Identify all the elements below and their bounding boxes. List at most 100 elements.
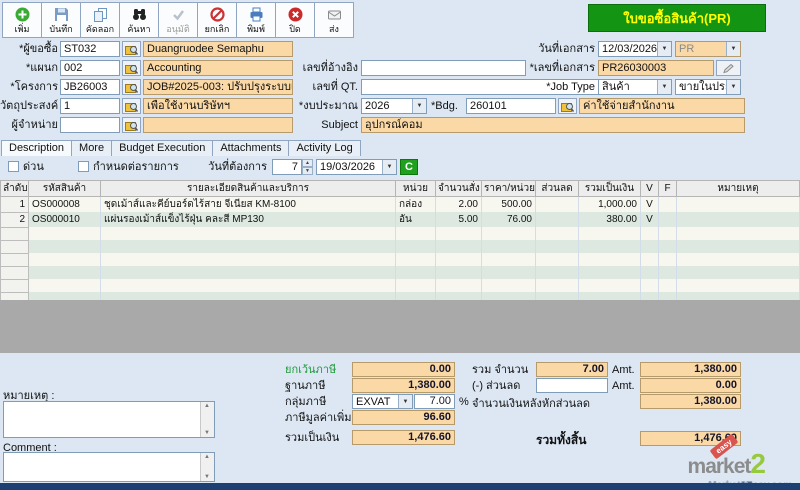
chevron-down-icon[interactable]: ▼ [657, 80, 671, 94]
vendor-label: ผู้จำหน่าย [0, 117, 58, 133]
chevron-down-icon[interactable]: ▼ [412, 99, 426, 113]
doc-date-select[interactable]: 12/03/2026▼ [598, 41, 672, 57]
discount-input[interactable] [536, 378, 608, 393]
purpose-code-input[interactable]: 1 [60, 98, 120, 114]
tax-group-label: กลุ่มภาษี [285, 394, 349, 410]
add-button[interactable]: เพิ่ม [2, 2, 42, 38]
department-code-input[interactable]: 002 [60, 60, 120, 76]
bdg-lookup-button[interactable] [558, 98, 577, 114]
project-code-input[interactable]: JB26003 [60, 79, 120, 95]
requester-lookup-button[interactable] [122, 41, 141, 57]
pencil-icon [722, 63, 735, 74]
chevron-down-icon[interactable]: ▼ [382, 160, 396, 174]
tab-strip: Description More Budget Execution Attach… [2, 140, 361, 156]
tax-rate-input[interactable]: 7.00 [414, 394, 455, 409]
department-lookup-button[interactable] [122, 60, 141, 76]
chevron-down-icon[interactable]: ▼ [657, 42, 671, 56]
urgent-label: ด่วน [23, 159, 63, 175]
empty-row[interactable] [1, 266, 800, 279]
lookup-icon [125, 44, 138, 55]
lead-days-spinner[interactable]: ▲▼ [302, 159, 313, 175]
pr-window: เพิ่ม บันทึก คัดลอก ค้นหา อนุมัติ [0, 0, 800, 490]
job-type-select-2[interactable]: ขายในประเทศ▼ [675, 79, 741, 95]
doc-no-edit-button[interactable] [716, 60, 741, 76]
save-icon [54, 7, 69, 24]
job-type-select-1[interactable]: สินค้า▼ [598, 79, 672, 95]
market2easy-logo: market2 [688, 448, 766, 480]
copy-button[interactable]: คัดลอก [80, 2, 120, 38]
binoculars-icon [132, 7, 147, 24]
print-button[interactable]: พิมพ์ [236, 2, 276, 38]
vendor-lookup-button[interactable] [122, 117, 141, 133]
tax-group-select[interactable]: EXVAT▼ [352, 394, 413, 409]
vendor-code-input[interactable] [60, 117, 120, 133]
calc-button[interactable]: C [400, 159, 418, 175]
empty-row[interactable] [1, 253, 800, 266]
prohibit-icon [210, 7, 225, 24]
close-button[interactable]: ปิด [275, 2, 315, 38]
empty-row[interactable] [1, 279, 800, 292]
discount-amt-label: Amt. [612, 378, 640, 394]
project-name-field: JOB#2025-003: ปรับปรุงระบบเครือข่ายโรงง [143, 79, 293, 95]
scroll-down-icon: ▼ [201, 474, 213, 480]
remark-textarea[interactable]: ▲▼ [3, 401, 215, 438]
urgent-checkbox[interactable] [8, 161, 19, 172]
total-label: รวมเป็นเงิน [285, 430, 355, 446]
project-label: *โครงการ [0, 79, 58, 95]
bdg-code-input[interactable]: 260101 [466, 98, 556, 114]
chevron-down-icon[interactable]: ▼ [398, 395, 412, 408]
comment-textarea[interactable]: ▲▼ [3, 452, 215, 482]
tax-base-field: 1,380.00 [352, 378, 455, 393]
percent-label: % [459, 394, 471, 410]
table-row[interactable]: 1 OS000008 ชุดเม้าส์และคีย์บอร์ดไร้สาย จ… [1, 197, 800, 213]
sum-amt-label: Amt. [612, 362, 640, 378]
vat-field: 96.60 [352, 410, 455, 425]
vendor-name-field [143, 117, 293, 133]
empty-row[interactable] [1, 240, 800, 253]
save-button[interactable]: บันทึก [41, 2, 81, 38]
chevron-down-icon[interactable]: ▼ [726, 80, 740, 94]
per-line-checkbox[interactable] [78, 161, 89, 172]
bdg-label: *Bdg. [431, 98, 465, 114]
scrollbar[interactable]: ▲▼ [200, 402, 214, 437]
empty-row[interactable] [1, 227, 800, 240]
discount-amt-field: 0.00 [640, 378, 741, 393]
send-button[interactable]: ส่ง [314, 2, 354, 38]
purpose-label: วัตถุประสงค์ [0, 98, 58, 114]
total-field: 1,476.60 [352, 430, 455, 445]
approve-button[interactable]: อนุมัติ [158, 2, 198, 38]
copy-icon [93, 7, 108, 24]
doc-type-select: PR▼ [675, 41, 741, 57]
lead-days-input[interactable]: 7 [272, 159, 302, 175]
lookup-icon [125, 101, 138, 112]
scrollbar[interactable]: ▲▼ [200, 453, 214, 481]
ref-no-label: เลขที่อ้างอิง [278, 60, 358, 76]
toolbar: เพิ่ม บันทึก คัดลอก ค้นหา อนุมัติ [2, 2, 354, 38]
tab-budget-execution[interactable]: Budget Execution [111, 140, 213, 156]
need-date-select[interactable]: 19/03/2026▼ [316, 159, 397, 175]
tab-activity-log[interactable]: Activity Log [288, 140, 360, 156]
after-discount-field: 1,380.00 [640, 394, 741, 409]
table-row[interactable]: 2 OS000010 แผ่นรองเม้าส์แข็งไร้ฝุ่น คละส… [1, 212, 800, 227]
ref-no-input[interactable] [361, 60, 526, 76]
budget-year-select[interactable]: 2026▼ [361, 98, 427, 114]
lookup-icon [561, 101, 574, 112]
requester-label: *ผู้ขอซื้อ [0, 41, 58, 57]
tab-attachments[interactable]: Attachments [212, 140, 289, 156]
department-name-field: Accounting [143, 60, 293, 76]
cancel-button[interactable]: ยกเลิก [197, 2, 237, 38]
grand-total-label: รวมทั้งสิ้น [536, 432, 616, 448]
tab-more[interactable]: More [71, 140, 112, 156]
doc-no-label: *เลขที่เอกสาร [505, 60, 595, 76]
project-lookup-button[interactable] [122, 79, 141, 95]
purpose-lookup-button[interactable] [122, 98, 141, 114]
sum-qty-label: รวม จำนวน [472, 362, 534, 378]
tab-description[interactable]: Description [1, 140, 72, 156]
vat-label: ภาษีมูลค่าเพิ่ม [285, 410, 355, 426]
search-button[interactable]: ค้นหา [119, 2, 159, 38]
items-table: ลำดับ รหัสสินค้า รายละเอียดสินค้าและบริก… [0, 180, 800, 306]
sum-qty-field: 7.00 [536, 362, 608, 377]
requester-code-input[interactable]: ST032 [60, 41, 120, 57]
subject-input[interactable]: อุปกรณ์คอม [361, 117, 745, 133]
bottom-strip [0, 483, 800, 490]
